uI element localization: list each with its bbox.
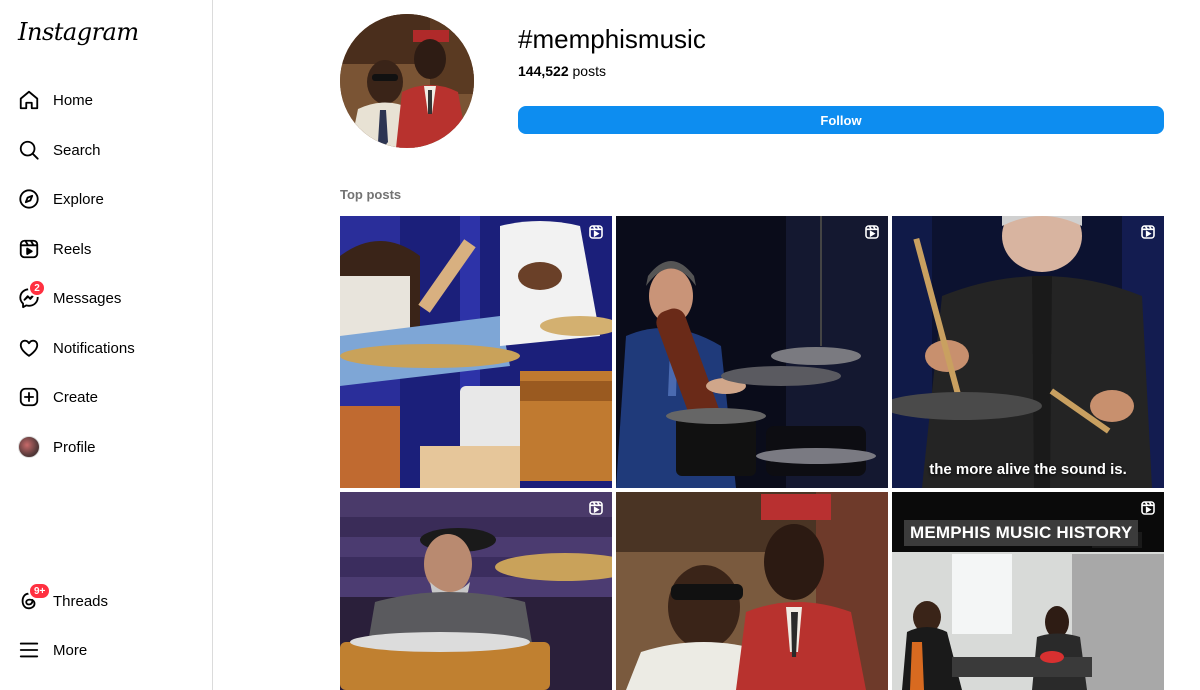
hashtag-avatar [340, 14, 474, 148]
post-image [616, 216, 888, 488]
hashtag-avatar-image [340, 14, 474, 148]
sidebar-item-search[interactable]: Search [6, 127, 206, 173]
top-posts-label: Top posts [340, 187, 402, 202]
search-icon [18, 139, 40, 161]
sidebar-item-notifications[interactable]: Notifications [6, 325, 206, 371]
sidebar-item-label: Home [53, 91, 94, 109]
sidebar-item-messages[interactable]: 2 Messages [6, 275, 206, 321]
instagram-logo[interactable]: Instagram [18, 18, 139, 46]
reels-icon [18, 238, 40, 260]
sidebar-item-label: Create [53, 388, 99, 406]
reel-icon [589, 501, 603, 515]
sidebar-item-label: Explore [53, 190, 104, 208]
sidebar-item-label: Notifications [53, 339, 135, 357]
threads-badge: 9+ [28, 582, 52, 600]
home-icon [18, 89, 40, 111]
plus-square-icon [18, 386, 40, 408]
sidebar-item-home[interactable]: Home [6, 77, 206, 123]
compass-icon [18, 188, 40, 210]
sidebar-item-reels[interactable]: Reels [6, 226, 206, 272]
reel-icon [1141, 501, 1155, 515]
avatar [18, 436, 40, 458]
sidebar: Instagram Home Search Explore Reels 2 Me… [0, 0, 213, 690]
post-tile[interactable] [616, 216, 888, 488]
post-image [340, 492, 612, 690]
messenger-icon: 2 [18, 279, 46, 309]
post-image [892, 216, 1164, 488]
reel-icon [589, 225, 603, 239]
sidebar-item-label: More [53, 641, 88, 659]
avatar-wrapper [18, 436, 40, 458]
post-image [616, 492, 888, 690]
sidebar-item-label: Threads [53, 592, 109, 610]
sidebar-item-label: Reels [53, 240, 92, 258]
post-count-suffix: posts [568, 63, 606, 79]
sidebar-item-profile[interactable]: Profile [6, 424, 206, 470]
post-tile[interactable]: MEMPHIS MUSIC HISTORY [892, 492, 1164, 690]
post-count: 144,522 posts [518, 63, 606, 79]
hashtag-title: #memphismusic [518, 24, 706, 54]
sidebar-item-label: Messages [53, 289, 122, 307]
follow-button[interactable]: Follow [518, 106, 1164, 134]
post-tile[interactable]: the more alive the sound is. [892, 216, 1164, 488]
post-caption: the more alive the sound is. [929, 461, 1127, 478]
post-image [340, 216, 612, 488]
post-overlay-title: MEMPHIS MUSIC HISTORY [904, 520, 1139, 546]
sidebar-item-create[interactable]: Create [6, 374, 206, 420]
reel-icon [865, 225, 879, 239]
post-tile[interactable] [340, 492, 612, 690]
post-count-value: 144,522 [518, 63, 569, 79]
post-tile[interactable] [340, 216, 612, 488]
reel-icon [1141, 225, 1155, 239]
heart-icon [18, 337, 40, 359]
messages-badge: 2 [28, 279, 46, 297]
sidebar-item-label: Profile [53, 438, 96, 456]
sidebar-item-explore[interactable]: Explore [6, 176, 206, 222]
sidebar-item-label: Search [53, 141, 101, 159]
threads-icon: 9+ [18, 582, 52, 612]
menu-icon [18, 639, 40, 661]
sidebar-item-more[interactable]: More [6, 627, 206, 673]
post-tile[interactable] [616, 492, 888, 690]
sidebar-item-threads[interactable]: 9+ Threads [6, 578, 206, 624]
